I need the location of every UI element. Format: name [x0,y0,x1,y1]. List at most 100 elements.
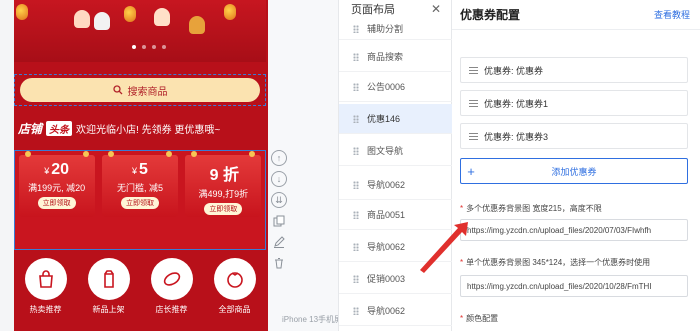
coupon-card[interactable]: 9 折 满499,打9折 立即领取 [185,151,262,217]
coupon-row-label: 优惠券: 优惠券 [484,65,544,76]
coupon-card[interactable]: ¥20 满199元, 减20 立即领取 [18,151,95,217]
drag-handle-icon[interactable] [469,66,478,74]
edit-icon[interactable] [271,234,287,250]
component-toolbar: ↑ ↓ ⇊ [268,150,290,271]
plus-icon: + [467,163,475,179]
add-coupon-button[interactable]: + 添加优惠券 [460,158,688,184]
drag-handle-icon[interactable] [353,82,359,91]
tutorial-link[interactable]: 查看教程 [654,8,690,21]
layout-item[interactable]: 辅助分割 [339,18,452,40]
shopping-bag-icon [38,270,53,288]
coupon-row-label: 优惠券: 优惠券1 [484,98,549,109]
layout-title: 页面布局 [351,4,395,16]
festive-banner[interactable] [14,0,266,62]
peanut-icon [163,272,180,286]
drag-handle-icon[interactable] [353,242,359,251]
figure-icon [189,16,205,34]
announcement-bar[interactable]: 店铺 头条 欢迎光临小店! 先领券 更优惠哦~ [18,118,266,138]
color-config-label: * 颜色配置 [460,314,499,323]
nav-item-recommend[interactable]: 店长推荐 [150,258,193,331]
coupon-amount: 20 [51,161,70,178]
nav-label: 热卖推荐 [29,305,62,314]
figure-icon [94,12,110,30]
coupon-component[interactable]: ¥20 满199元, 减20 立即领取 ¥5 无门槛, 减5 立即领取 9 折 … [14,150,266,250]
copy-icon[interactable] [271,213,287,229]
close-icon[interactable]: ✕ [431,2,441,16]
search-pill[interactable]: 搜索商品 [20,78,260,102]
nav-item-all[interactable]: 全部商品 [213,258,256,331]
delete-icon[interactable] [271,255,287,271]
coupon-card[interactable]: ¥5 无门槛, 减5 立即领取 [101,151,178,217]
layout-item[interactable]: 优惠146 [339,104,452,134]
search-component[interactable]: 搜索商品 [14,74,266,106]
layout-item[interactable]: 图文导航 [339,136,452,166]
nav-label: 店长推荐 [155,305,188,314]
announcement-text: 欢迎光临小店! 先领券 更优惠哦~ [76,124,221,136]
claim-button[interactable]: 立即领取 [37,197,76,209]
layout-item[interactable]: 促销0003 [339,264,452,294]
layout-item-label: 导航0062 [367,306,406,316]
lantern-icon [16,4,28,20]
layout-item-label: 辅助分割 [367,24,404,34]
lantern-icon [124,6,136,22]
drag-handle-icon[interactable] [469,99,478,107]
device-caption: iPhone 13手机屏 [282,315,343,324]
headline-badge: 头条 [46,120,73,136]
layout-item-label: 商品搜索 [367,52,404,62]
nav-item-hot[interactable]: 热卖推荐 [24,258,67,331]
drag-handle-icon[interactable] [353,146,359,155]
move-bottom-icon[interactable]: ⇊ [271,192,287,208]
search-icon [112,85,122,95]
coupon-config-row[interactable]: 优惠券: 优惠券 [460,57,688,83]
image-nav: 热卖推荐 新品上架 店长推荐 全部商品 [14,258,266,331]
layout-item[interactable]: 导航0062 [339,170,452,200]
layout-header: 页面布局 ✕ [339,0,451,18]
layout-item[interactable]: 商品搜索 [339,42,452,72]
coupon-config-row[interactable]: 优惠券: 优惠券3 [460,123,688,149]
layout-item-label: 优惠146 [367,114,401,124]
layout-item[interactable]: 商品0051 [339,200,452,230]
layout-item[interactable]: 公告0006 [339,72,452,102]
nav-label: 新品上架 [92,305,125,314]
figure-icon [154,8,170,26]
drag-handle-icon[interactable] [353,306,359,315]
headline-logo: 店铺 [18,121,43,136]
search-label: 搜索商品 [127,86,168,98]
drag-handle-icon[interactable] [353,274,359,283]
coupon-amount: 5 [139,161,148,178]
config-header: 优惠券配置 查看教程 [452,0,700,30]
layout-item-label: 公告0006 [367,82,406,92]
layout-item[interactable]: 导航0062 [339,232,452,262]
left-gutter [0,0,14,331]
coupon-rule: 满199元, 减20 [28,183,86,193]
drag-handle-icon[interactable] [353,24,359,33]
drag-handle-icon[interactable] [353,52,359,61]
coupon-row-label: 优惠券: 优惠券3 [484,131,549,142]
drag-handle-icon[interactable] [353,210,359,219]
layout-item-label: 导航0062 [367,242,406,252]
claim-button[interactable]: 立即领取 [204,203,243,215]
coupon-amount: 9 折 [209,167,239,184]
coupon-config-row[interactable]: 优惠券: 优惠券1 [460,90,688,116]
layout-panel: 页面布局 ✕ 辅助分割商品搜索公告0006 优惠146 图文导航导航0062 商品00… [338,0,452,331]
layout-item-label: 导航0062 [367,180,406,190]
move-up-icon[interactable]: ↑ [271,150,287,166]
claim-button[interactable]: 立即领取 [120,197,159,209]
add-coupon-label: 添加优惠券 [551,166,597,177]
drag-handle-icon[interactable] [353,180,359,189]
bg-multi-input[interactable] [460,219,688,241]
nav-item-new[interactable]: 新品上架 [87,258,130,331]
layout-item-label: 促销0003 [367,274,406,284]
drag-handle-icon[interactable] [469,132,478,140]
bg-single-input[interactable] [460,275,688,297]
bg-single-label: * 单个优惠券背景图 345*124，选择一个优惠券时使用 [460,258,651,267]
figure-icon [74,10,90,28]
bg-multi-label: * 多个优惠券背景图 宽度215，高度不限 [460,204,602,213]
coupon-rule: 满499,打9折 [198,189,249,199]
nav-label: 全部商品 [218,305,251,314]
move-down-icon[interactable]: ↓ [271,171,287,187]
carousel-dots[interactable] [132,45,166,49]
tomato-icon [226,272,243,288]
layout-item[interactable]: 导航0062 [339,296,452,326]
drag-handle-icon[interactable] [353,114,359,123]
